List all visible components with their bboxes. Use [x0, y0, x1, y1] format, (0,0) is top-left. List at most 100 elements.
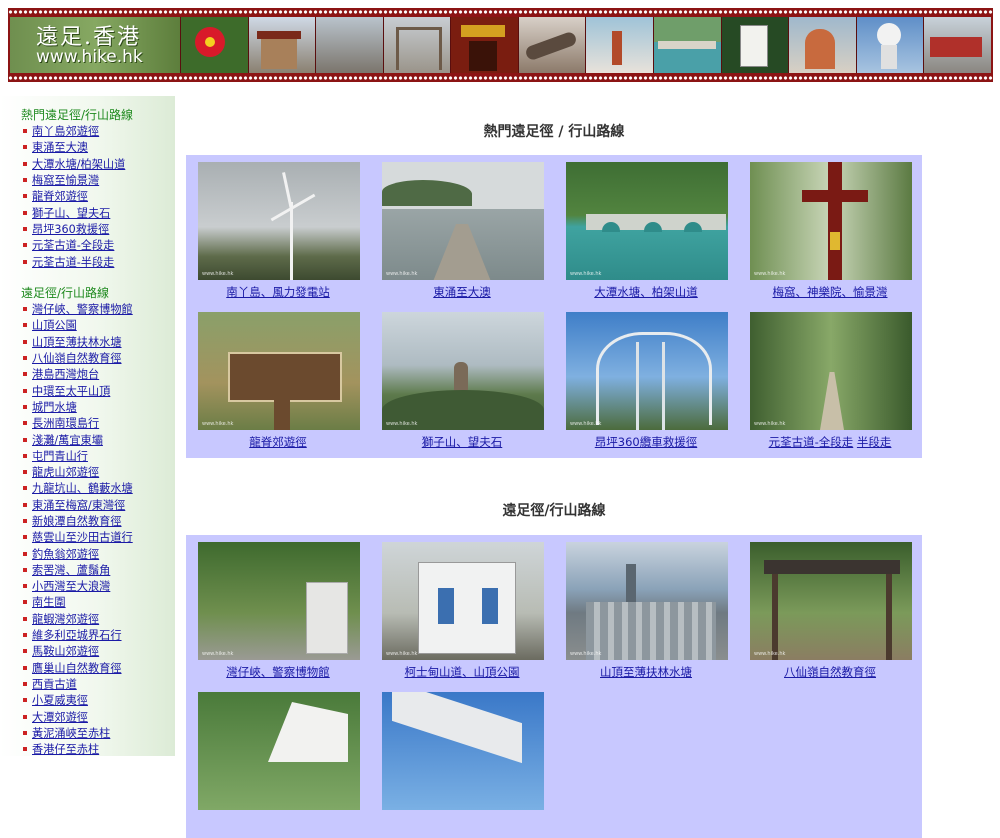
sidebar-item[interactable]: 大潭郊遊徑 — [21, 708, 171, 724]
sidebar-item-tungchung-taio[interactable]: 東涌至大澳 — [21, 139, 171, 155]
sidebar-link[interactable]: 南丫島郊遊徑 — [32, 123, 99, 139]
trail-photo-forest-path[interactable]: www.hike.hk — [750, 312, 912, 430]
trail-caption-link[interactable]: 山頂至薄扶林水塘 — [600, 665, 692, 679]
sidebar-link[interactable]: 新娘潭自然教育徑 — [32, 513, 122, 529]
sidebar-item-taitam[interactable]: 大潭水塘/柏架山道 — [21, 156, 171, 172]
trail-photo-cross[interactable]: www.hike.hk — [750, 162, 912, 280]
sidebar-link[interactable]: 索罟灣、蘆鬚角 — [32, 562, 110, 578]
sidebar-item[interactable]: 山頂至薄扶林水塘 — [21, 334, 171, 350]
sidebar-item-ngongping[interactable]: 昂坪360救援徑 — [21, 221, 171, 237]
sidebar-item[interactable]: 灣仔峽、警察博物館 — [21, 301, 171, 317]
trail-caption-link[interactable]: 柯士甸山道、山頂公園 — [405, 665, 520, 679]
sidebar-link[interactable]: 八仙嶺自然教育徑 — [32, 350, 122, 366]
sidebar-link[interactable]: 龍虎山郊遊徑 — [32, 464, 99, 480]
trail-caption-link[interactable]: 東涌至大澳 — [433, 285, 491, 299]
sidebar-link[interactable]: 梅窩至愉景灣 — [32, 172, 99, 188]
sidebar-link[interactable]: 南生圍 — [32, 594, 66, 610]
sidebar-item[interactable]: 九龍坑山、鶴藪水塘 — [21, 480, 171, 496]
sidebar-link[interactable]: 元荃古道-全段走 — [32, 237, 114, 253]
sidebar-item[interactable]: 八仙嶺自然教育徑 — [21, 350, 171, 366]
sidebar-item[interactable]: 長洲南環島行 — [21, 415, 171, 431]
sidebar-link[interactable]: 長洲南環島行 — [32, 415, 99, 431]
sidebar-item[interactable]: 淺灘/萬宜東壩 — [21, 431, 171, 447]
trail-caption-link[interactable]: 梅窩、神樂院、愉景灣 — [773, 285, 888, 299]
sidebar-item-lion-rock[interactable]: 獅子山、望夫石 — [21, 204, 171, 220]
trail-photo-pier[interactable]: www.hike.hk — [382, 162, 544, 280]
sidebar-item-yuenchuen-full[interactable]: 元荃古道-全段走 — [21, 237, 171, 253]
sidebar-item-lamma[interactable]: 南丫島郊遊徑 — [21, 123, 171, 139]
sidebar-link[interactable]: 香港仔至赤柱 — [32, 741, 99, 757]
sidebar-item[interactable]: 維多利亞城界石行 — [21, 627, 171, 643]
trail-photo-dragons-back-sign[interactable]: www.hike.hk — [198, 312, 360, 430]
trail-caption-link[interactable]: 大潭水塘、柏架山道 — [594, 285, 698, 299]
sidebar-link[interactable]: 山頂公園 — [32, 317, 77, 333]
sidebar-item[interactable]: 中環至太平山頂 — [21, 382, 171, 398]
trail-photo-wind-turbine[interactable]: www.hike.hk — [198, 162, 360, 280]
sidebar-item[interactable]: 黃泥涌峽至赤柱 — [21, 725, 171, 741]
trail-photo-stone-monument[interactable] — [198, 692, 360, 810]
trail-photo-city-skyline[interactable]: www.hike.hk — [566, 542, 728, 660]
sidebar-item-dragons-back[interactable]: 龍脊郊遊徑 — [21, 188, 171, 204]
trail-caption-link-half[interactable]: 半段走 — [857, 435, 892, 449]
trail-photo-modern-building[interactable] — [382, 692, 544, 810]
sidebar-link[interactable]: 港島西灣炮台 — [32, 366, 99, 382]
sidebar-link[interactable]: 鷹巢山自然教育徑 — [32, 660, 122, 676]
trail-caption-link[interactable]: 昂坪360纜車救援徑 — [595, 435, 697, 449]
sidebar-item[interactable]: 釣魚翁郊遊徑 — [21, 545, 171, 561]
sidebar-item[interactable]: 小西灣至大浪灣 — [21, 578, 171, 594]
sidebar-link[interactable]: 元荃古道-半段走 — [32, 254, 114, 270]
sidebar-link[interactable]: 黃泥涌峽至赤柱 — [32, 725, 110, 741]
sidebar-item[interactable]: 小夏威夷徑 — [21, 692, 171, 708]
sidebar-item[interactable]: 港島西灣炮台 — [21, 366, 171, 382]
sidebar-link[interactable]: 小西灣至大浪灣 — [32, 578, 110, 594]
trail-photo-police-museum[interactable]: www.hike.hk — [198, 542, 360, 660]
sidebar-link[interactable]: 龍脊郊遊徑 — [32, 188, 88, 204]
sidebar-link[interactable]: 維多利亞城界石行 — [32, 627, 122, 643]
sidebar-item[interactable]: 屯門青山行 — [21, 448, 171, 464]
sidebar-link[interactable]: 大潭郊遊徑 — [32, 709, 88, 725]
sidebar-link[interactable]: 屯門青山行 — [32, 448, 88, 464]
sidebar-link[interactable]: 九龍坑山、鶴藪水塘 — [32, 480, 133, 496]
sidebar-link[interactable]: 龍蝦灣郊遊徑 — [32, 611, 99, 627]
sidebar-item[interactable]: 鷹巢山自然教育徑 — [21, 660, 171, 676]
trail-photo-mount-austin[interactable]: www.hike.hk — [382, 542, 544, 660]
sidebar-link[interactable]: 西貢古道 — [32, 676, 77, 692]
site-logo[interactable]: 遠足.香港 www.hike.hk — [10, 17, 180, 73]
trail-caption-link[interactable]: 灣仔峽、警察博物館 — [226, 665, 330, 679]
sidebar-item[interactable]: 新娘潭自然教育徑 — [21, 513, 171, 529]
trail-caption-link[interactable]: 元荃古道-全段走 — [769, 435, 854, 449]
sidebar-item[interactable]: 東涌至梅窩/東灣徑 — [21, 497, 171, 513]
sidebar-link[interactable]: 釣魚翁郊遊徑 — [32, 546, 99, 562]
trail-caption-link[interactable]: 南丫島、風力發電站 — [226, 285, 330, 299]
trail-caption-link[interactable]: 獅子山、望夫石 — [422, 435, 503, 449]
trail-photo-cable-car-tower[interactable]: www.hike.hk — [566, 312, 728, 430]
sidebar-item[interactable]: 索罟灣、蘆鬚角 — [21, 562, 171, 578]
trail-caption-link[interactable]: 八仙嶺自然教育徑 — [784, 665, 876, 679]
sidebar-link[interactable]: 馬鞍山郊遊徑 — [32, 643, 99, 659]
sidebar-item[interactable]: 慈雲山至沙田古道行 — [21, 529, 171, 545]
sidebar-item[interactable]: 城門水塘 — [21, 399, 171, 415]
sidebar-link[interactable]: 獅子山、望夫石 — [32, 205, 110, 221]
trail-caption-link[interactable]: 龍脊郊遊徑 — [249, 435, 307, 449]
sidebar-link[interactable]: 城門水塘 — [32, 399, 77, 415]
sidebar-link[interactable]: 淺灘/萬宜東壩 — [32, 432, 103, 448]
sidebar-link[interactable]: 山頂至薄扶林水塘 — [32, 334, 122, 350]
sidebar-link[interactable]: 小夏威夷徑 — [32, 692, 88, 708]
sidebar-item[interactable]: 龍虎山郊遊徑 — [21, 464, 171, 480]
trail-photo-reservoir-bridge[interactable]: www.hike.hk — [566, 162, 728, 280]
sidebar-link[interactable]: 中環至太平山頂 — [32, 383, 110, 399]
sidebar-link[interactable]: 灣仔峽、警察博物館 — [32, 301, 133, 317]
sidebar-item-yuenchuen-half[interactable]: 元荃古道-半段走 — [21, 253, 171, 269]
sidebar-link[interactable]: 昂坪360救援徑 — [32, 221, 109, 237]
sidebar-item[interactable]: 龍蝦灣郊遊徑 — [21, 611, 171, 627]
sidebar-item[interactable]: 西貢古道 — [21, 676, 171, 692]
sidebar-item-muiwo[interactable]: 梅窩至愉景灣 — [21, 172, 171, 188]
sidebar-link[interactable]: 大潭水塘/柏架山道 — [32, 156, 125, 172]
sidebar-link[interactable]: 東涌至梅窩/東灣徑 — [32, 497, 125, 513]
sidebar-link[interactable]: 東涌至大澳 — [32, 139, 88, 155]
sidebar-item[interactable]: 山頂公園 — [21, 317, 171, 333]
trail-photo-amah-rock[interactable]: www.hike.hk — [382, 312, 544, 430]
sidebar-item[interactable]: 南生圍 — [21, 594, 171, 610]
sidebar-item[interactable]: 馬鞍山郊遊徑 — [21, 643, 171, 659]
sidebar-item[interactable]: 香港仔至赤柱 — [21, 741, 171, 757]
